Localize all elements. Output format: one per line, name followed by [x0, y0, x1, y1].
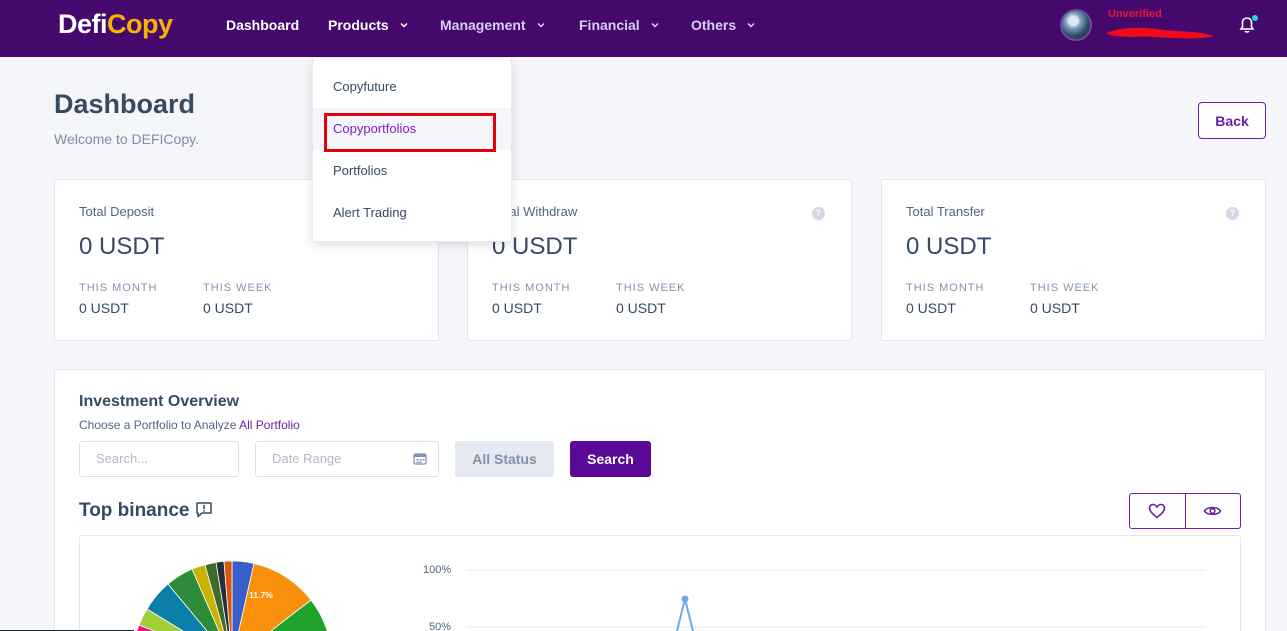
stat-week-value: 0 USDT — [203, 300, 253, 316]
investment-subtitle-text: Choose a Portfolio to Analyze — [79, 418, 237, 432]
stat-month-value: 0 USDT — [79, 300, 129, 316]
series-line — [675, 598, 695, 631]
user-avatar[interactable] — [1060, 9, 1092, 41]
page-title: Dashboard — [54, 89, 196, 119]
stat-card-withdraw: Total Withdraw ? 0 USDT THIS MONTH 0 USD… — [467, 179, 852, 341]
search-input[interactable]: Search... — [79, 441, 239, 477]
stat-week-label: THIS WEEK — [203, 282, 273, 294]
stat-month-label: THIS MONTH — [79, 282, 158, 294]
stat-month-value: 0 USDT — [906, 300, 956, 316]
chevron-down-icon — [747, 22, 755, 28]
date-range-input[interactable]: Date Range — [255, 441, 439, 477]
heart-icon[interactable] — [1148, 503, 1166, 519]
portfolio-line-chart — [466, 569, 1206, 631]
logo-text-defi: Defi — [58, 9, 108, 39]
stat-week-label: THIS WEEK — [616, 282, 686, 294]
brand-logo[interactable]: DefiCopy — [58, 9, 173, 40]
chevron-down-icon — [651, 22, 659, 28]
stat-month-value: 0 USDT — [492, 300, 542, 316]
chart-section-title: Top binance — [79, 500, 190, 521]
help-icon[interactable]: ? — [812, 207, 825, 220]
user-status: Unverified — [1108, 8, 1162, 20]
help-icon[interactable]: ? — [1226, 207, 1239, 220]
status-filter-select[interactable]: All Status — [455, 441, 554, 477]
stat-month-label: THIS MONTH — [492, 282, 571, 294]
stat-card-transfer: Total Transfer ? 0 USDT THIS MONTH 0 USD… — [881, 179, 1266, 341]
stat-title: Total Transfer — [906, 204, 985, 219]
investment-subtitle: Choose a Portfolio to Analyze All Portfo… — [79, 418, 300, 432]
nav-dashboard-label: Dashboard — [226, 17, 300, 33]
nav-dashboard[interactable]: Dashboard — [226, 17, 299, 33]
notification-dot — [1251, 14, 1259, 22]
menu-item-alert-trading[interactable]: Alert Trading — [333, 205, 407, 220]
annotation-highlight-box — [324, 113, 496, 152]
pie-slice-label: 11.7% — [249, 590, 273, 600]
stat-title: Total Deposit — [79, 204, 155, 219]
nav-management[interactable]: Management — [440, 17, 546, 33]
portfolio-pie-chart: 11.7% — [136, 560, 328, 631]
stat-value: 0 USDT — [906, 233, 992, 260]
nav-financial[interactable]: Financial — [579, 17, 660, 33]
page-subtitle: Welcome to DEFICopy. — [54, 131, 199, 147]
calendar-icon — [413, 453, 427, 465]
stat-month-label: THIS MONTH — [906, 282, 985, 294]
stat-value: 0 USDT — [79, 233, 165, 260]
search-button[interactable]: Search — [570, 441, 651, 477]
stat-week-value: 0 USDT — [616, 300, 666, 316]
chart-action-group — [1129, 493, 1241, 529]
redacted-username — [1106, 27, 1214, 39]
chevron-down-icon — [400, 22, 408, 28]
menu-item-portfolios[interactable]: Portfolios — [333, 163, 387, 178]
investment-title: Investment Overview — [79, 393, 240, 410]
all-portfolio-link[interactable]: All Portfolio — [239, 418, 300, 432]
nav-products[interactable]: Products — [328, 17, 409, 33]
logo-text-copy: Copy — [107, 9, 173, 39]
nav-others[interactable]: Others — [691, 17, 756, 33]
nav-others-label: Others — [691, 17, 737, 33]
divider — [1185, 494, 1186, 528]
stat-week-label: THIS WEEK — [1030, 282, 1100, 294]
nav-financial-label: Financial — [579, 17, 640, 33]
eye-icon[interactable] — [1203, 503, 1222, 519]
data-point[interactable] — [681, 595, 689, 603]
menu-item-copyfuture[interactable]: Copyfuture — [333, 79, 397, 94]
nav-management-label: Management — [440, 17, 526, 33]
stat-week-value: 0 USDT — [1030, 300, 1080, 316]
chevron-down-icon — [537, 22, 545, 28]
nav-products-label: Products — [328, 17, 389, 33]
back-button[interactable]: Back — [1198, 102, 1266, 139]
message-alert-icon[interactable] — [195, 501, 213, 518]
